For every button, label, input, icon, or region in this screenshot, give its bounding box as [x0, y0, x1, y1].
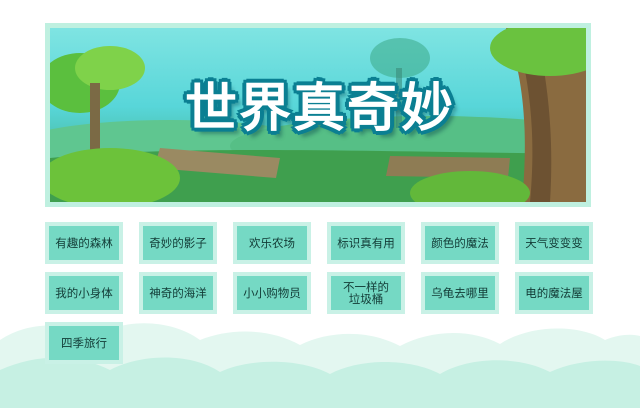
nav-button-label: 颜色的魔法 — [425, 226, 495, 260]
nav-button-weather[interactable]: 天气变变变 — [515, 222, 593, 264]
nav-button-label: 乌龟去哪里 — [425, 276, 495, 310]
nav-button-electricity[interactable]: 电的魔法屋 — [515, 272, 593, 314]
nav-button-trash-bins[interactable]: 不一样的 垃圾桶 — [327, 272, 405, 314]
nav-button-label: 电的魔法屋 — [519, 276, 589, 310]
nav-button-label: 标识真有用 — [331, 226, 401, 260]
nav-button-signs[interactable]: 标识真有用 — [327, 222, 405, 264]
nav-button-farm[interactable]: 欢乐农场 — [233, 222, 311, 264]
nav-button-label: 我的小身体 — [49, 276, 119, 310]
nav-button-label: 神奇的海洋 — [143, 276, 213, 310]
nav-button-label: 不一样的 垃圾桶 — [331, 276, 401, 310]
nav-button-label: 奇妙的影子 — [143, 226, 213, 260]
banner-title: 世界真奇妙 — [184, 79, 455, 139]
nav-button-label: 四季旅行 — [49, 326, 119, 360]
nav-button-label: 有趣的森林 — [49, 226, 119, 260]
nav-button-body[interactable]: 我的小身体 — [45, 272, 123, 314]
nav-button-label: 小小购物员 — [237, 276, 307, 310]
hero-banner: 世界真奇妙 — [45, 23, 591, 207]
nav-button-forest[interactable]: 有趣的森林 — [45, 222, 123, 264]
nav-button-shopping[interactable]: 小小购物员 — [233, 272, 311, 314]
nav-button-seasons[interactable]: 四季旅行 — [45, 322, 123, 364]
banner-forest-illustration: 世界真奇妙 — [50, 28, 586, 202]
nav-button-ocean[interactable]: 神奇的海洋 — [139, 272, 217, 314]
nav-button-label: 天气变变变 — [519, 226, 589, 260]
nav-button-label: 欢乐农场 — [237, 226, 307, 260]
nav-button-shadow[interactable]: 奇妙的影子 — [139, 222, 217, 264]
nav-button-colors[interactable]: 颜色的魔法 — [421, 222, 499, 264]
nav-button-turtle[interactable]: 乌龟去哪里 — [421, 272, 499, 314]
